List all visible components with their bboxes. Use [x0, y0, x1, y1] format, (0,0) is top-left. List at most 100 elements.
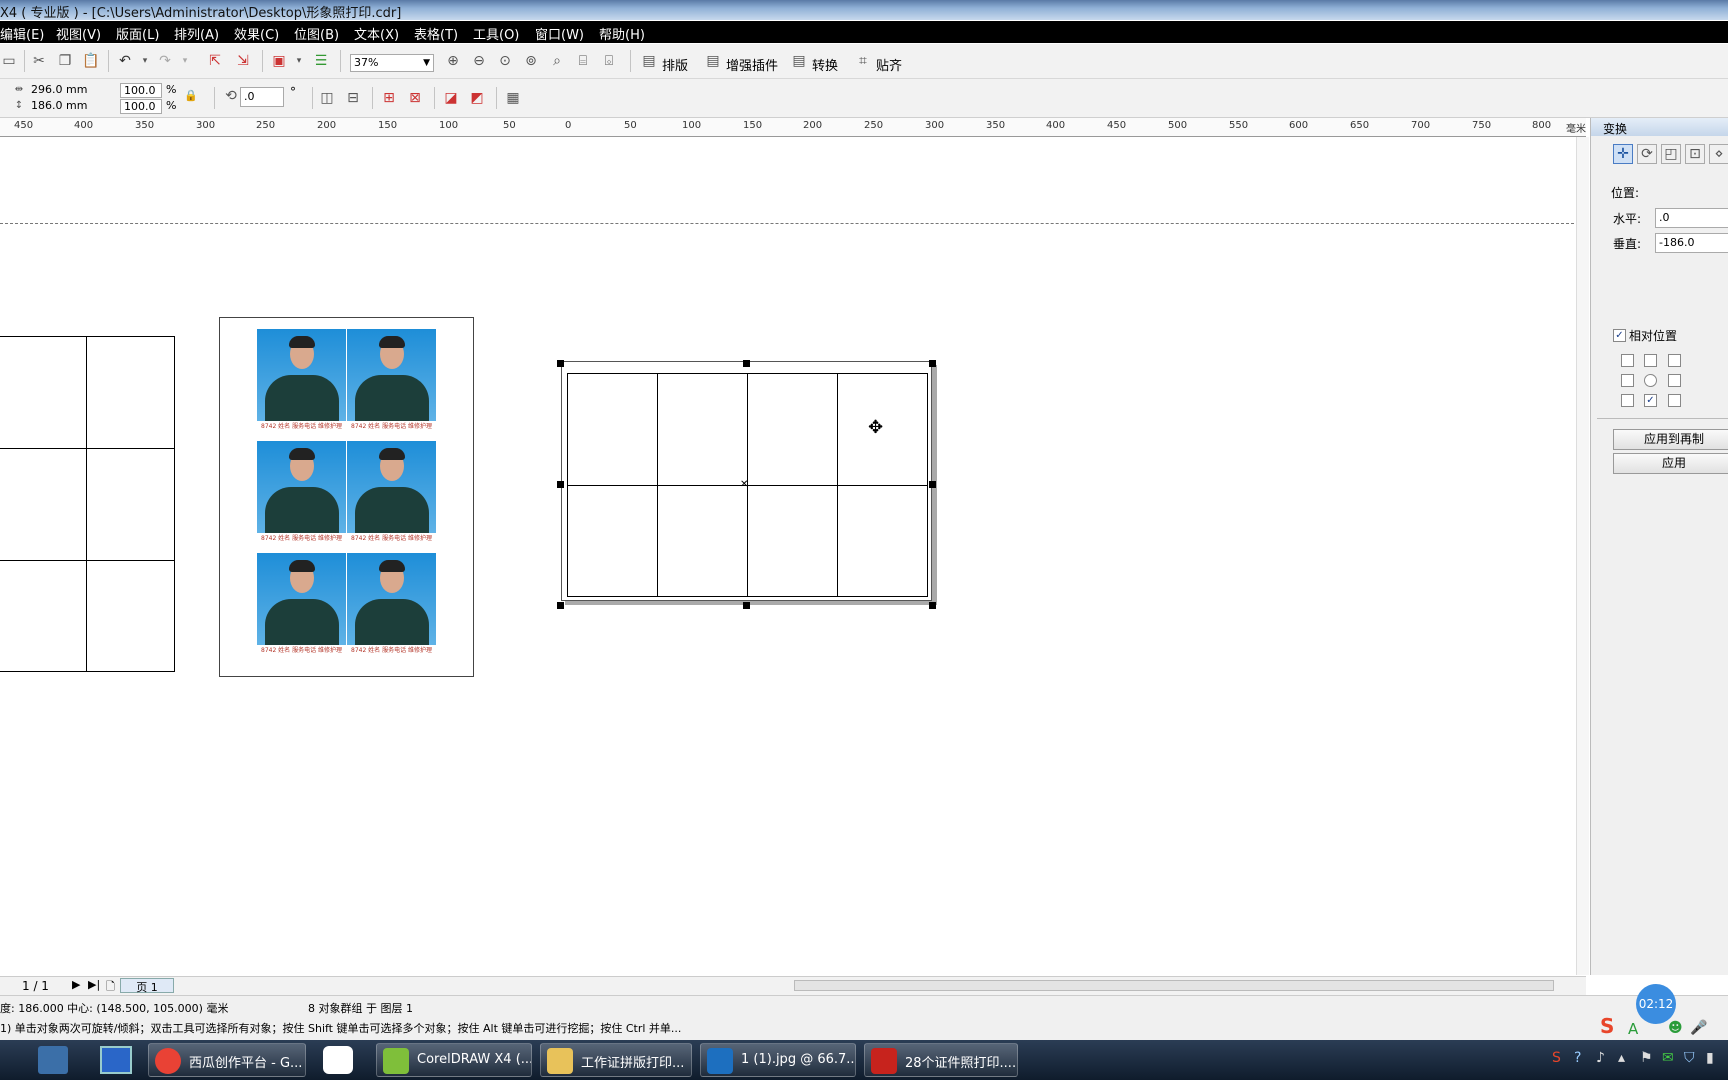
taskbar-item-folder[interactable]: 工作证拼版打印...: [540, 1043, 692, 1077]
zoom-out-icon[interactable]: ⊖: [470, 52, 488, 70]
sogou-ime-icon[interactable]: S: [1600, 1014, 1614, 1038]
snap-button[interactable]: 贴齐: [876, 55, 902, 74]
id-photo[interactable]: 8742 姓名 服务电话 维修护理: [257, 441, 346, 553]
group-icon[interactable]: ⊞: [380, 89, 398, 107]
taskbar-item-photoshop[interactable]: 1 (1).jpg @ 66.7...: [700, 1043, 856, 1077]
ungroup-icon[interactable]: ⊠: [406, 89, 424, 107]
menu-bitmaps[interactable]: 位图(B): [294, 24, 339, 43]
vertical-position-input[interactable]: -186.0: [1655, 233, 1728, 253]
tray-signal-icon[interactable]: ▮: [1706, 1050, 1714, 1066]
apply-button[interactable]: 应用: [1613, 453, 1728, 474]
anchor-center[interactable]: [1644, 374, 1657, 387]
taskbar-item-coreldraw[interactable]: CorelDRAW X4 (...: [376, 1043, 532, 1077]
mirror-vertical-icon[interactable]: ⊟: [344, 89, 362, 107]
anchor-bottom-left[interactable]: [1621, 394, 1634, 407]
id-photo[interactable]: 8742 姓名 服务电话 维修护理: [347, 441, 436, 553]
paiban-button[interactable]: 排版: [662, 55, 688, 74]
anchor-bottom-right[interactable]: [1668, 394, 1681, 407]
redo-dropdown-icon[interactable]: ▾: [176, 52, 194, 70]
rotate-tab-icon[interactable]: ⟳: [1637, 144, 1657, 164]
application-launcher-icon[interactable]: ▣: [270, 52, 288, 70]
horizontal-scrollbar[interactable]: [794, 980, 1554, 991]
break-apart-icon[interactable]: ◩: [468, 89, 486, 107]
taskbar-item-chrome[interactable]: 西瓜创作平台 - G...: [148, 1043, 306, 1077]
anchor-top-right[interactable]: [1668, 354, 1681, 367]
menu-edit[interactable]: 编辑(E): [0, 24, 44, 43]
drawing-canvas[interactable]: 8742 姓名 服务电话 维修护理 8742 姓名 服务电话 维修护理 8742…: [0, 137, 1582, 975]
page-tab[interactable]: 页 1: [120, 978, 174, 994]
menu-effects[interactable]: 效果(C): [234, 24, 279, 43]
options-icon[interactable]: ☰: [312, 52, 330, 70]
emoji-icon[interactable]: ☻: [1668, 1020, 1683, 1036]
tray-sogou-icon[interactable]: S: [1552, 1050, 1561, 1066]
tray-expand-icon[interactable]: ▴: [1618, 1050, 1625, 1066]
id-photo[interactable]: 8742 姓名 服务电话 维修护理: [257, 329, 346, 441]
selection-handle[interactable]: [929, 360, 936, 367]
menu-arrange[interactable]: 排列(A): [174, 24, 219, 43]
menu-view[interactable]: 视图(V): [56, 24, 101, 43]
size-tab-icon[interactable]: ⊡: [1685, 144, 1705, 164]
save-icon[interactable]: ▭: [0, 52, 18, 70]
convert-button[interactable]: 转换: [812, 55, 838, 74]
desktop-icon[interactable]: [100, 1046, 132, 1074]
apply-to-duplicate-button[interactable]: 应用到再制: [1613, 429, 1728, 450]
skew-tab-icon[interactable]: ⋄: [1709, 144, 1728, 164]
zoom-level-select[interactable]: 37% ▼: [350, 54, 434, 72]
object-height-input[interactable]: 186.0 mm: [28, 99, 102, 114]
zoom-selected-icon[interactable]: ⊙: [496, 52, 514, 70]
tray-volume-icon[interactable]: ♪: [1596, 1050, 1605, 1066]
menu-tools[interactable]: 工具(O): [473, 24, 519, 43]
rotation-input[interactable]: .0: [240, 87, 284, 107]
anchor-bottom-center[interactable]: ✓: [1644, 394, 1657, 407]
copy-icon[interactable]: ❐: [56, 52, 74, 70]
last-page-icon[interactable]: ▶|: [88, 978, 100, 991]
menu-window[interactable]: 窗口(W): [535, 24, 584, 43]
selection-handle[interactable]: [743, 360, 750, 367]
taskbar-item-pdf[interactable]: 28个证件照打印....: [864, 1043, 1018, 1077]
tray-wechat-icon[interactable]: ✉: [1662, 1050, 1674, 1066]
app-launcher-icon[interactable]: [323, 1046, 353, 1074]
id-photo[interactable]: 8742 姓名 服务电话 维修护理: [347, 329, 436, 441]
anchor-top-center[interactable]: [1644, 354, 1657, 367]
export-icon[interactable]: ⇲: [234, 52, 252, 70]
zoom-page-icon[interactable]: ⌕: [548, 52, 566, 70]
align-distribute-icon[interactable]: ▦: [504, 89, 522, 107]
microphone-icon[interactable]: 🎤: [1690, 1020, 1707, 1036]
zoom-width-icon[interactable]: ⌸: [574, 52, 592, 70]
relative-position-checkbox[interactable]: ✓: [1613, 329, 1626, 342]
plugins-icon[interactable]: ▤: [704, 52, 722, 70]
undo-icon[interactable]: ↶: [116, 52, 134, 70]
id-photo[interactable]: 8742 姓名 服务电话 维修护理: [347, 553, 436, 665]
anchor-middle-left[interactable]: [1621, 374, 1634, 387]
snap-icon[interactable]: ⌗: [854, 52, 872, 70]
redo-icon[interactable]: ↷: [156, 52, 174, 70]
scale-y-input[interactable]: 100.0: [120, 99, 162, 114]
id-photo[interactable]: 8742 姓名 服务电话 维修护理: [257, 553, 346, 665]
anchor-middle-right[interactable]: [1668, 374, 1681, 387]
scale-tab-icon[interactable]: ◰: [1661, 144, 1681, 164]
show-desktop-icon[interactable]: [38, 1046, 68, 1074]
selection-handle[interactable]: [557, 360, 564, 367]
left-grid-frame[interactable]: [0, 336, 175, 672]
paste-icon[interactable]: 📋: [82, 52, 100, 70]
undo-dropdown-icon[interactable]: ▾: [136, 52, 154, 70]
selection-handle[interactable]: [557, 602, 564, 609]
scale-x-input[interactable]: 100.0: [120, 83, 162, 98]
combine-icon[interactable]: ◪: [442, 89, 460, 107]
plugins-button[interactable]: 增强插件: [726, 55, 778, 74]
menu-help[interactable]: 帮助(H): [599, 24, 645, 43]
cut-icon[interactable]: ✂: [30, 52, 48, 70]
menu-text[interactable]: 文本(X): [354, 24, 399, 43]
menu-table[interactable]: 表格(T): [414, 24, 458, 43]
zoom-in-icon[interactable]: ⊕: [444, 52, 462, 70]
selection-handle[interactable]: [929, 481, 936, 488]
tray-help-icon[interactable]: ?: [1574, 1050, 1581, 1066]
selection-handle[interactable]: [929, 602, 936, 609]
lock-ratio-icon[interactable]: 🔒: [182, 87, 200, 105]
selection-handle[interactable]: [557, 481, 564, 488]
import-icon[interactable]: ⇱: [206, 52, 224, 70]
tray-network-icon[interactable]: ⚑: [1640, 1050, 1653, 1066]
menu-layout[interactable]: 版面(L): [116, 24, 159, 43]
selection-handle[interactable]: [743, 602, 750, 609]
layout-icon[interactable]: ▤: [640, 52, 658, 70]
